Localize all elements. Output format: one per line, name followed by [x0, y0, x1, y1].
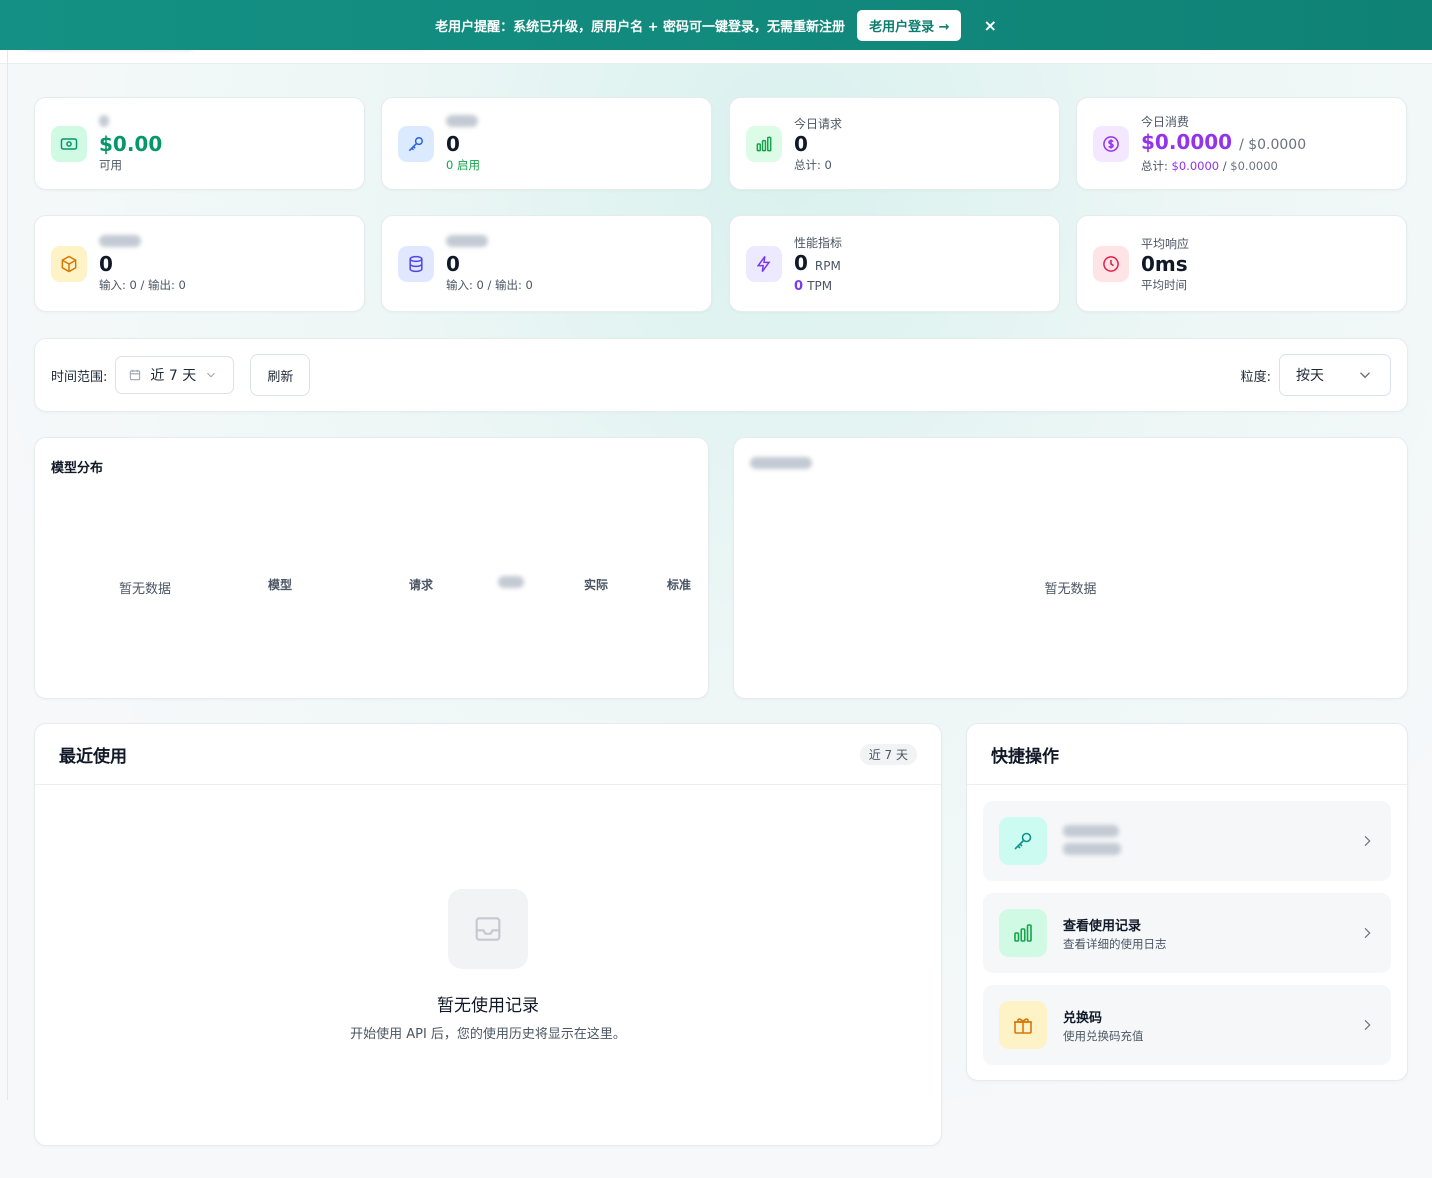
total-tokens-card: 0 输入: 0 / 输出: 0 — [381, 215, 712, 312]
bolt-icon — [746, 245, 782, 282]
balance-card: $0.00 可用 — [34, 97, 365, 190]
token-usage-sub: 输入: 0 / 输出: 0 — [99, 277, 186, 292]
quick-actions-panel: 快捷操作 查看使用记录 查看详细的使用日志 兑换码 使用兑换码充值 — [966, 723, 1408, 1081]
today-cost-card: 今日消费 $0.0000 / $0.0000 总计: $0.0000 / $0.… — [1076, 97, 1407, 190]
recent-empty-title: 暂无使用记录 — [437, 996, 539, 1016]
avg-response-sub: 平均时间 — [1141, 277, 1187, 292]
total-tokens-label — [446, 234, 533, 251]
balance-value: $0.00 — [99, 131, 163, 156]
quick-action-api-key-desc — [1063, 842, 1359, 858]
chevron-right-icon — [1364, 927, 1371, 939]
rpm-unit: RPM — [814, 258, 841, 273]
quick-action-api-key[interactable] — [983, 801, 1391, 881]
time-range-label: 时间范围: — [51, 369, 108, 385]
token-usage-value: 0 — [99, 251, 113, 276]
recent-usage-panel: 最近使用 近 7 天 暂无使用记录 开始使用 API 后，您的使用历史将显示在这… — [34, 723, 942, 1146]
cube-icon — [51, 245, 87, 282]
avg-response-card: 平均响应 0ms 平均时间 — [1076, 215, 1407, 312]
api-key-card: 0 0 启用 — [381, 97, 712, 190]
chevron-down-icon — [1360, 372, 1370, 379]
performance-label: 性能指标 — [794, 235, 843, 250]
dollar-icon — [1093, 125, 1129, 162]
today-cost-label: 今日消费 — [1141, 115, 1190, 129]
bar-chart-icon — [746, 125, 782, 162]
close-icon[interactable]: × — [983, 16, 996, 35]
money-icon — [51, 125, 87, 162]
banner-message: 老用户提醒：系统已升级，原用户名 + 密码可一键登录，无需重新注册 — [435, 19, 846, 35]
quick-action-redeem-desc: 使用兑换码充值 — [1063, 1028, 1144, 1043]
chevron-right-icon — [1364, 835, 1371, 847]
usage-trend-title — [750, 457, 812, 473]
granularity-value: 按天 — [1296, 368, 1324, 384]
total-tokens-value: 0 — [446, 251, 460, 276]
api-key-label — [446, 114, 480, 131]
time-range-select[interactable]: 近 7 天 — [115, 356, 235, 394]
tpm-unit: TPM — [807, 278, 833, 293]
legacy-login-button[interactable]: 老用户登录 → — [857, 9, 962, 41]
today-requests-label: 今日请求 — [794, 116, 843, 131]
gift-icon — [999, 1001, 1047, 1049]
inbox-icon — [448, 889, 528, 969]
model-empty-text: 暂无数据 — [119, 582, 172, 597]
quick-action-usage-logs-title: 查看使用记录 — [1063, 918, 1142, 934]
filter-bar: 时间范围: 近 7 天 刷新 粒度: 按天 — [34, 338, 1408, 412]
quick-action-usage-logs[interactable]: 查看使用记录 查看详细的使用日志 — [983, 893, 1391, 973]
model-distribution-panel: 模型分布 暂无数据 模型 请求 实际 标准 — [34, 437, 709, 699]
quick-action-redeem-title: 兑换码 — [1063, 1010, 1103, 1026]
rpm-value: 0 RPM — [794, 250, 841, 275]
key-icon — [999, 817, 1047, 865]
trend-empty-text: 暂无数据 — [1044, 582, 1097, 597]
upgrade-banner: 老用户提醒：系统已升级，原用户名 + 密码可一键登录，无需重新注册 老用户登录 … — [0, 0, 1432, 50]
sidebar-edge — [7, 50, 8, 1100]
today-requests-sub: 总计: 0 — [794, 157, 832, 172]
today-requests-value: 0 — [794, 131, 808, 156]
api-key-sub: 0 启用 — [446, 157, 480, 172]
balance-sub: 可用 — [99, 157, 122, 172]
key-icon — [398, 125, 434, 162]
quick-action-redeem[interactable]: 兑换码 使用兑换码充值 — [983, 985, 1391, 1065]
calendar-icon — [130, 369, 141, 381]
refresh-button[interactable]: 刷新 — [250, 354, 311, 396]
today-cost-total: / $0.0000 — [1239, 137, 1307, 153]
tpm-value: 0 TPM — [794, 278, 833, 294]
col-model: 模型 — [268, 578, 293, 592]
recent-empty-desc: 开始使用 API 后，您的使用历史将显示在这里。 — [350, 1027, 626, 1042]
database-icon — [398, 245, 434, 282]
quick-action-usage-logs-desc: 查看详细的使用日志 — [1063, 936, 1167, 951]
avg-response-label: 平均响应 — [1141, 236, 1190, 251]
col-requests: 请求 — [409, 578, 434, 592]
usage-trend-panel: 暂无数据 — [733, 437, 1408, 699]
recent-range-badge: 近 7 天 — [859, 743, 917, 765]
model-distribution-title: 模型分布 — [51, 461, 104, 476]
granularity-label: 粒度: — [1240, 369, 1271, 385]
today-cost-sub: 总计: $0.0000 / $0.0000 — [1141, 159, 1278, 173]
today-cost-value: $0.0000 / $0.0000 — [1141, 130, 1307, 154]
today-requests-card: 今日请求 0 总计: 0 — [729, 97, 1060, 190]
recent-usage-title: 最近使用 — [59, 746, 127, 767]
api-key-value: 0 — [446, 131, 460, 156]
avg-response-value: 0ms — [1141, 251, 1188, 276]
token-usage-card: 0 输入: 0 / 输出: 0 — [34, 215, 365, 312]
time-range-value: 近 7 天 — [150, 368, 197, 384]
chevron-right-icon — [1364, 1019, 1371, 1031]
col-standard: 标准 — [667, 578, 692, 592]
col-tokens — [498, 576, 524, 591]
total-tokens-sub: 输入: 0 / 输出: 0 — [446, 277, 533, 292]
bar-chart-icon — [999, 909, 1047, 957]
quick-action-api-key-title — [1063, 824, 1359, 841]
clock-icon — [1093, 245, 1129, 282]
token-usage-label — [99, 234, 186, 251]
granularity-select[interactable]: 按天 — [1279, 354, 1391, 396]
quick-actions-title: 快捷操作 — [991, 746, 1059, 767]
top-header-strip — [0, 50, 1432, 64]
col-actual: 实际 — [584, 578, 609, 592]
performance-card: 性能指标 0 RPM 0 TPM — [729, 215, 1060, 312]
chevron-down-icon — [207, 372, 216, 378]
balance-label — [99, 114, 162, 131]
